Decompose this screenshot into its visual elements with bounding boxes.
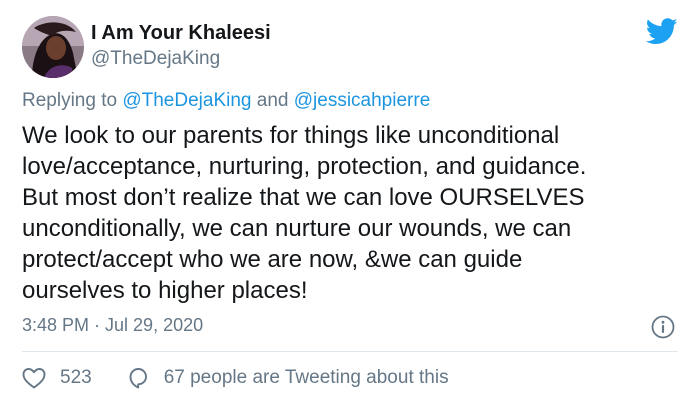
tweet-text-line: But most don’t realize that we can love … xyxy=(22,184,585,211)
tweet-timestamp[interactable]: 3:48 PM · Jul 29, 2020 xyxy=(22,315,203,336)
divider xyxy=(22,351,678,352)
user-handle[interactable]: @TheDejaKing xyxy=(91,48,220,70)
like-count: 523 xyxy=(60,367,92,388)
twitter-bird-icon[interactable] xyxy=(646,18,678,45)
tweet-text-line: unconditionally, we can nurture our woun… xyxy=(22,215,572,242)
tweet-text-line: ourselves to higher places! xyxy=(22,277,308,304)
avatar[interactable] xyxy=(22,16,84,78)
engagement-bar: 523 67 people are Tweeting about this xyxy=(22,366,449,390)
mention-link[interactable]: @jessicahpierre xyxy=(294,90,431,111)
tweeting-about-link[interactable]: 67 people are Tweeting about this xyxy=(126,366,449,390)
like-button[interactable]: 523 xyxy=(22,367,92,389)
speech-bubble-icon xyxy=(129,368,147,389)
tweet-text-line: love/acceptance, nurturing, protection, … xyxy=(22,153,587,180)
reply-conjunction: and xyxy=(256,90,289,111)
avatar-photo xyxy=(22,16,84,78)
reply-context: Replying to @TheDejaKing and @jessicahpi… xyxy=(22,90,430,112)
tweeting-about-text: 67 people are Tweeting about this xyxy=(163,367,449,388)
heart-icon xyxy=(22,368,46,389)
tweet-text: We look to our parents for things like u… xyxy=(22,120,690,306)
tweet-text-line: protect/accept who we are now, &we can g… xyxy=(22,246,523,273)
tweet-text-line: We look to our parents for things like u… xyxy=(22,122,560,149)
mention-link[interactable]: @TheDejaKing xyxy=(122,90,251,111)
info-icon[interactable] xyxy=(651,315,675,339)
display-name[interactable]: I Am Your Khaleesi xyxy=(91,22,271,45)
reply-prefix: Replying to xyxy=(22,90,118,111)
